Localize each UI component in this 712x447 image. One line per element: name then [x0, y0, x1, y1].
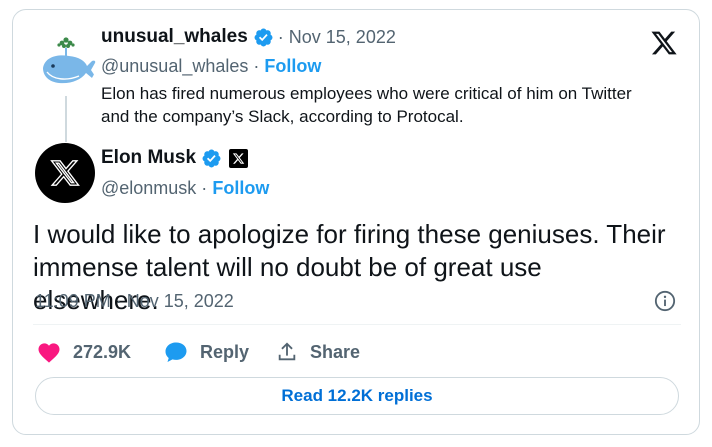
quoted-follow-link[interactable]: Follow: [264, 56, 321, 76]
reply-label: Reply: [200, 341, 250, 362]
reply-button[interactable]: Reply: [164, 341, 249, 363]
heart-icon: [38, 343, 60, 363]
embedded-tweet-card: unusual_whales · Nov 15, 2022 @unusual_w…: [12, 9, 700, 435]
quoted-tweet-text: Elon has fired numerous employees who we…: [101, 84, 632, 126]
quoted-author-row: unusual_whales · Nov 15, 2022: [101, 26, 396, 48]
reply-bubble-icon: [165, 342, 187, 362]
info-icon[interactable]: [654, 290, 676, 312]
avatar-elonmusk[interactable]: [35, 143, 95, 203]
thread-connector-line: [65, 96, 67, 142]
share-button[interactable]: Share: [276, 341, 360, 363]
like-count: 272.9K: [73, 341, 132, 362]
divider: [33, 324, 681, 325]
share-label: Share: [310, 341, 361, 362]
read-replies-button[interactable]: Read 12.2K replies: [35, 377, 679, 415]
author-handle[interactable]: @elonmusk ·: [101, 178, 207, 198]
quoted-display-name[interactable]: unusual_whales: [101, 26, 248, 48]
share-icon: [278, 342, 296, 361]
author-display-name[interactable]: Elon Musk: [101, 147, 196, 169]
author-handle-row: @elonmusk · Follow: [101, 178, 269, 199]
verified-badge-icon: [201, 148, 222, 169]
like-button[interactable]: 272.9K: [37, 341, 131, 363]
x-avatar-logo-icon: [50, 160, 80, 186]
quoted-handle-row: @unusual_whales · Follow: [101, 56, 321, 77]
quoted-handle[interactable]: @unusual_whales ·: [101, 56, 259, 76]
author-row: Elon Musk: [101, 147, 249, 169]
x-affiliate-icon: [229, 148, 249, 168]
verified-badge-icon: [253, 27, 274, 48]
tweet-timestamp[interactable]: 11:09 PM · Nov 15, 2022: [35, 291, 234, 312]
x-logo-icon[interactable]: [650, 29, 678, 57]
quoted-date[interactable]: · Nov 15, 2022: [278, 27, 396, 48]
follow-link[interactable]: Follow: [212, 178, 269, 198]
avatar-unusual-whales[interactable]: [35, 30, 97, 92]
